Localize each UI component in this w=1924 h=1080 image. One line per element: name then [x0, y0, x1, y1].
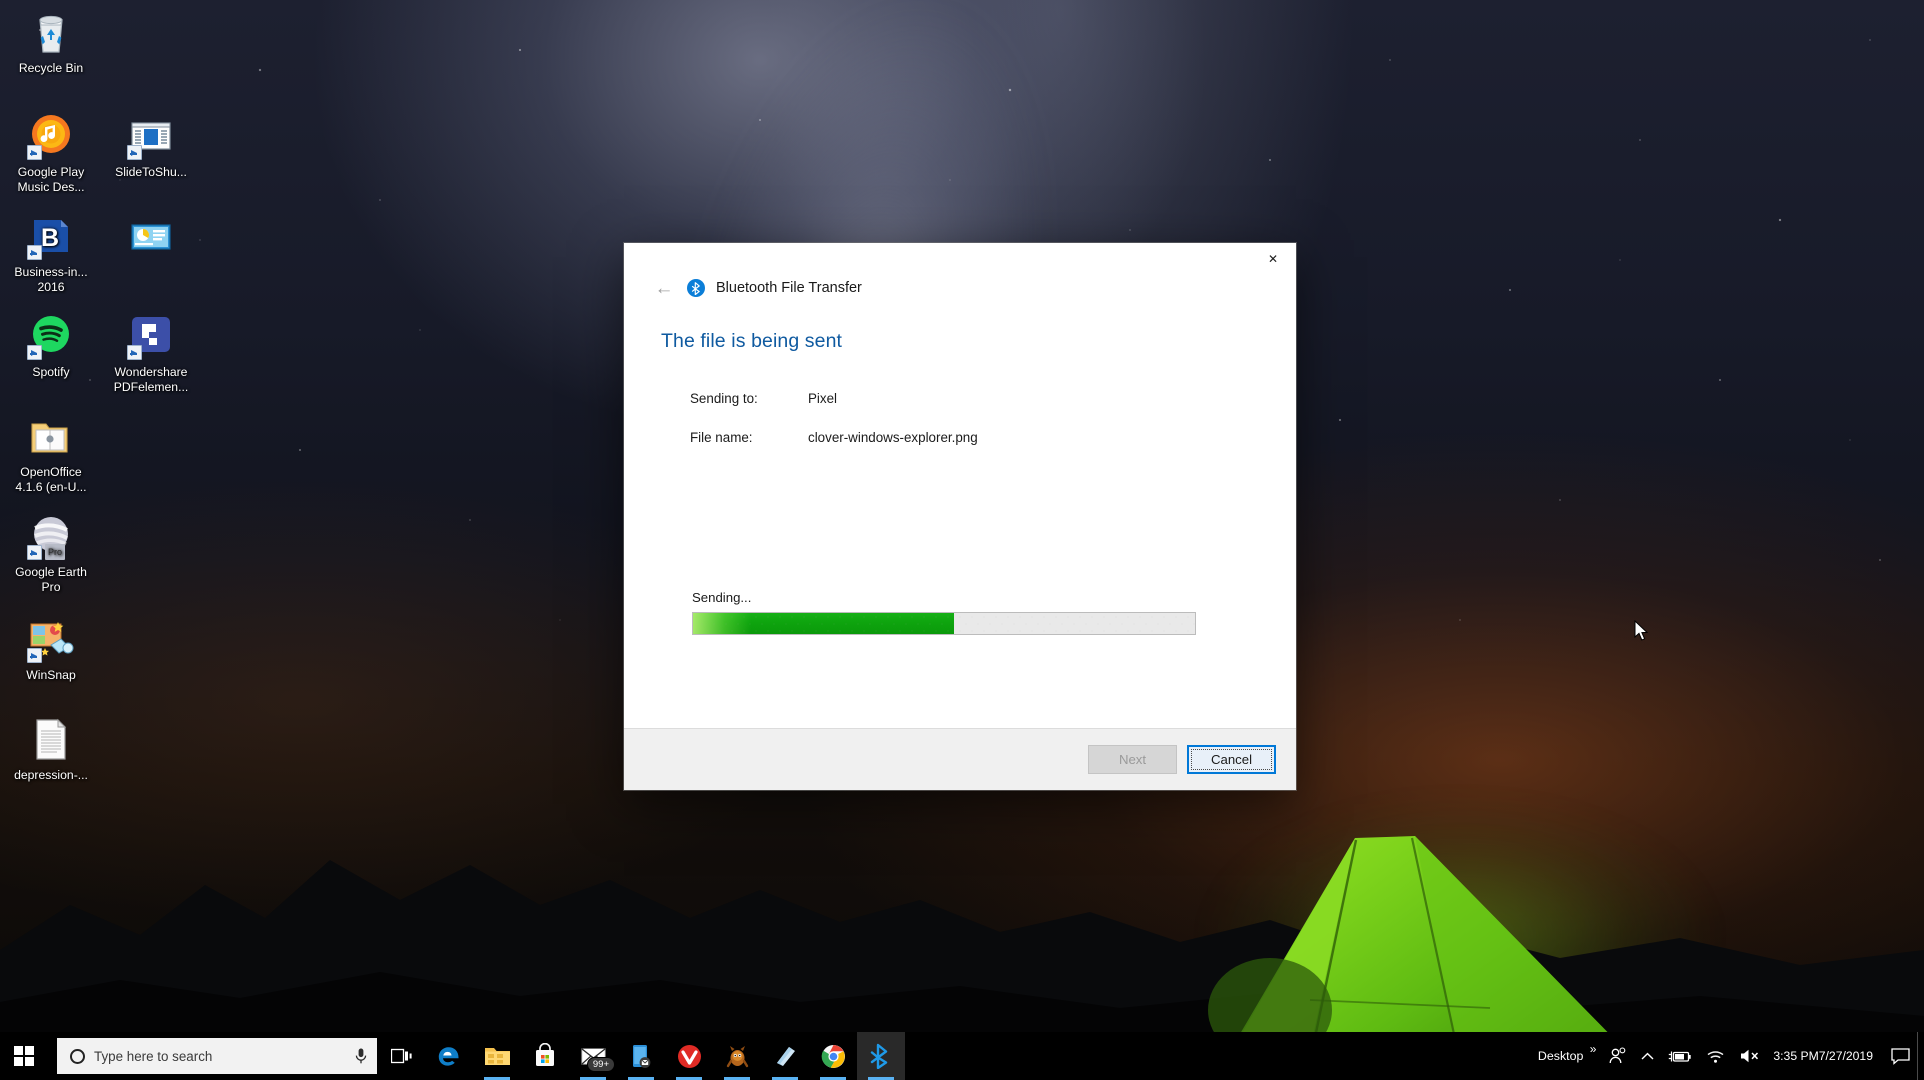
field-row-sending-to: Sending to: Pixel	[690, 391, 1296, 406]
bluetooth-file-transfer-dialog: ✕ ← Bluetooth File Transfer The file is …	[624, 243, 1296, 790]
dialog-title: Bluetooth File Transfer	[716, 280, 862, 296]
desktop-icon-openoffice[interactable]: OpenOffice 4.1.6 (en-U...	[8, 412, 94, 494]
desktop-icon-label: Spotify	[32, 365, 70, 379]
search-placeholder: Type here to search	[94, 1048, 213, 1064]
page-title: The file is being sent	[661, 330, 843, 352]
show-desktop-button[interactable]	[1917, 1032, 1924, 1080]
desktop-icon-label: Google Play Music Des...	[17, 165, 85, 194]
desktop-icon-label: Business-in... 2016	[14, 265, 88, 294]
shortcut-arrow-badge	[27, 345, 42, 360]
desktop-icon-recycle-bin[interactable]: Recycle Bin	[8, 8, 94, 76]
desktop-icon-label: depression-...	[14, 768, 88, 782]
mail-badge: 99+	[586, 1057, 615, 1072]
shortcut-arrow-badge	[27, 245, 42, 260]
taskbar-app-microsoft-store[interactable]	[521, 1032, 569, 1080]
wondershare-pdfelement-icon	[127, 312, 175, 360]
desktop-icon-slidetoshutdown[interactable]: SlideToShu...	[108, 112, 194, 180]
battery-charging-icon[interactable]	[1661, 1032, 1699, 1080]
text-document-icon	[27, 715, 75, 763]
winsnap-icon	[27, 615, 75, 663]
taskbar-app-fnaf[interactable]	[713, 1032, 761, 1080]
wifi-icon[interactable]	[1699, 1032, 1732, 1080]
clock-date: 7/27/2019	[1818, 1048, 1873, 1063]
search-input[interactable]: Type here to search	[57, 1038, 377, 1074]
desktop-icon-label: SlideToShu...	[115, 165, 187, 179]
shortcut-arrow-badge	[127, 345, 142, 360]
desktop-icon-label: WinSnap	[26, 668, 76, 682]
transfer-progress-bar	[692, 612, 1196, 635]
dialog-body: The file is being sent Sending to: Pixel…	[624, 305, 1296, 728]
desktop-icon-google-earth-pro[interactable]: Pro Google Earth Pro	[8, 512, 94, 594]
action-center-icon[interactable]	[1884, 1032, 1917, 1080]
sending-to-value: Pixel	[808, 391, 838, 406]
task-view-icon[interactable]	[377, 1032, 425, 1080]
windows-logo-icon	[14, 1046, 34, 1066]
taskbar-app-mail[interactable]: 99+	[569, 1032, 617, 1080]
spotify-icon	[27, 312, 75, 360]
shortcut-arrow-badge	[27, 648, 42, 663]
desktop-icon-google-play-music[interactable]: Google Play Music Des...	[8, 112, 94, 194]
taskbar: Type here to search 99+ Desktop » 3:35 P…	[0, 1032, 1924, 1080]
desktop-icon-label: OpenOffice 4.1.6 (en-U...	[15, 465, 87, 494]
desktop-icon-label: Wondershare PDFelemen...	[113, 365, 189, 394]
shortcut-arrow-badge	[127, 145, 142, 160]
bluetooth-icon	[687, 279, 705, 297]
desktop-icon-wondershare-pdfelement[interactable]: Wondershare PDFelemen...	[108, 312, 194, 394]
people-icon[interactable]	[1601, 1032, 1634, 1080]
system-tray: Desktop » 3:35 PM 7/27/2019	[1531, 1032, 1924, 1080]
svg-text:B: B	[41, 224, 59, 252]
desktop-icon-winsnap[interactable]: WinSnap	[8, 615, 94, 683]
file-name-value: clover-windows-explorer.png	[808, 430, 978, 445]
taskbar-app-google-chrome[interactable]	[809, 1032, 857, 1080]
shortcut-arrow-badge	[27, 145, 42, 160]
taskbar-app-bluetooth-file-transfer[interactable]	[857, 1032, 905, 1080]
dialog-titlebar: ← Bluetooth File Transfer	[624, 243, 1296, 305]
taskbar-app-vivaldi[interactable]	[665, 1032, 713, 1080]
field-row-file-name: File name: clover-windows-explorer.png	[690, 430, 1296, 445]
back-arrow-icon[interactable]: ←	[652, 276, 676, 300]
pro-badge: Pro	[45, 543, 66, 560]
clock[interactable]: 3:35 PM 7/27/2019	[1767, 1032, 1884, 1080]
file-name-label: File name:	[690, 430, 753, 445]
desktop-icon-spotify[interactable]: Spotify	[8, 312, 94, 380]
desktop-icon-label: Google Earth Pro	[15, 565, 87, 594]
start-button[interactable]	[0, 1032, 48, 1080]
show-hidden-icons-chevron[interactable]	[1634, 1032, 1661, 1080]
taskbar-app-your-phone[interactable]	[617, 1032, 665, 1080]
desktop-icon-business-in-a-box[interactable]: B Business-in... 2016	[8, 212, 94, 294]
tray-desktop-label[interactable]: Desktop »	[1531, 1032, 1601, 1080]
dialog-footer: Next Cancel	[624, 728, 1296, 790]
desktop-icon-dashboard-app[interactable]	[108, 212, 194, 265]
cortana-circle-icon	[70, 1048, 85, 1064]
close-button[interactable]: ✕	[1250, 243, 1296, 274]
shortcut-arrow-badge	[27, 545, 42, 560]
progress-section: Sending...	[692, 590, 1196, 635]
taskbar-app-sticky-notes[interactable]	[761, 1032, 809, 1080]
google-play-music-icon	[27, 112, 75, 160]
overflow-chevrons-icon: »	[1589, 1042, 1597, 1056]
recycle-bin-icon	[27, 8, 75, 56]
openoffice-folder-icon	[27, 412, 75, 460]
desktop-icon-label: Recycle Bin	[18, 61, 84, 75]
progress-bar-fill	[693, 613, 955, 634]
sending-to-label: Sending to:	[690, 391, 758, 406]
taskbar-app-file-explorer[interactable]	[473, 1032, 521, 1080]
business-in-a-box-icon: B	[27, 212, 75, 260]
dashboard-app-icon	[127, 212, 175, 260]
desktop-icon-depression-document[interactable]: depression-...	[8, 715, 94, 783]
progress-status-label: Sending...	[692, 590, 752, 605]
cancel-button[interactable]: Cancel	[1187, 745, 1276, 774]
google-earth-pro-icon: Pro	[27, 512, 75, 560]
clock-time: 3:35 PM	[1773, 1048, 1819, 1063]
next-button[interactable]: Next	[1088, 745, 1177, 774]
slidetoshutdown-icon	[127, 112, 175, 160]
cortana-mic-icon[interactable]	[353, 1047, 369, 1065]
taskbar-app-microsoft-edge[interactable]	[425, 1032, 473, 1080]
transfer-details: Sending to: Pixel File name: clover-wind…	[624, 391, 1296, 445]
volume-muted-icon[interactable]	[1732, 1032, 1767, 1080]
